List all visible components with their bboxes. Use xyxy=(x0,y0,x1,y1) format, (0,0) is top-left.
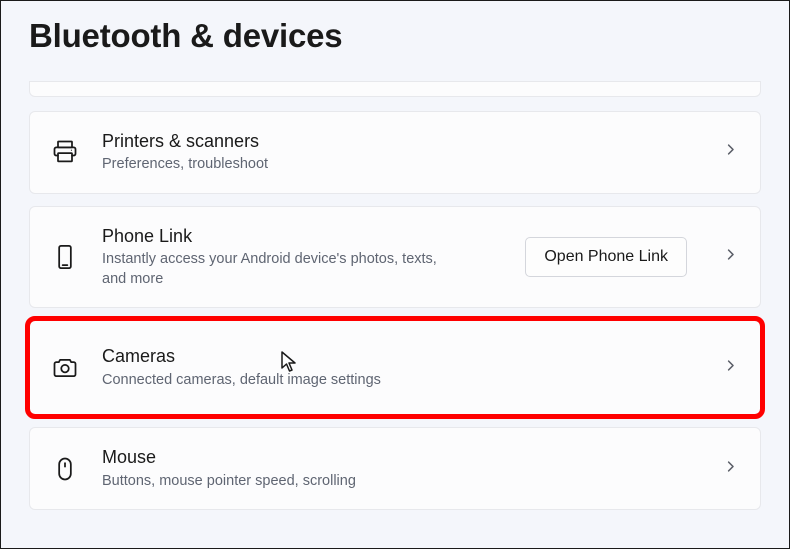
card-title: Phone Link xyxy=(102,225,503,248)
card-title: Cameras xyxy=(102,345,701,368)
chevron-right-icon xyxy=(723,247,738,267)
card-mouse[interactable]: Mouse Buttons, mouse pointer speed, scro… xyxy=(29,427,761,510)
phone-icon xyxy=(50,242,80,272)
chevron-right-icon xyxy=(723,358,738,378)
card-subtitle: Connected cameras, default image setting… xyxy=(102,371,701,391)
camera-icon xyxy=(50,353,80,383)
chevron-right-icon xyxy=(723,142,738,162)
card-subtitle: Buttons, mouse pointer speed, scrolling xyxy=(102,472,701,492)
card-title: Printers & scanners xyxy=(102,130,701,153)
page-title: Bluetooth & devices xyxy=(29,17,761,55)
chevron-right-icon xyxy=(723,459,738,479)
mouse-icon xyxy=(50,454,80,484)
partial-card-above xyxy=(29,81,761,97)
open-phone-link-button[interactable]: Open Phone Link xyxy=(525,237,687,277)
card-subtitle: Instantly access your Android device's p… xyxy=(102,250,442,289)
printer-icon xyxy=(50,137,80,167)
card-cameras[interactable]: Cameras Connected cameras, default image… xyxy=(29,320,761,415)
card-printers-scanners[interactable]: Printers & scanners Preferences, trouble… xyxy=(29,111,761,194)
card-title: Mouse xyxy=(102,446,701,469)
card-subtitle: Preferences, troubleshoot xyxy=(102,155,442,175)
card-phone-link[interactable]: Phone Link Instantly access your Android… xyxy=(29,206,761,309)
